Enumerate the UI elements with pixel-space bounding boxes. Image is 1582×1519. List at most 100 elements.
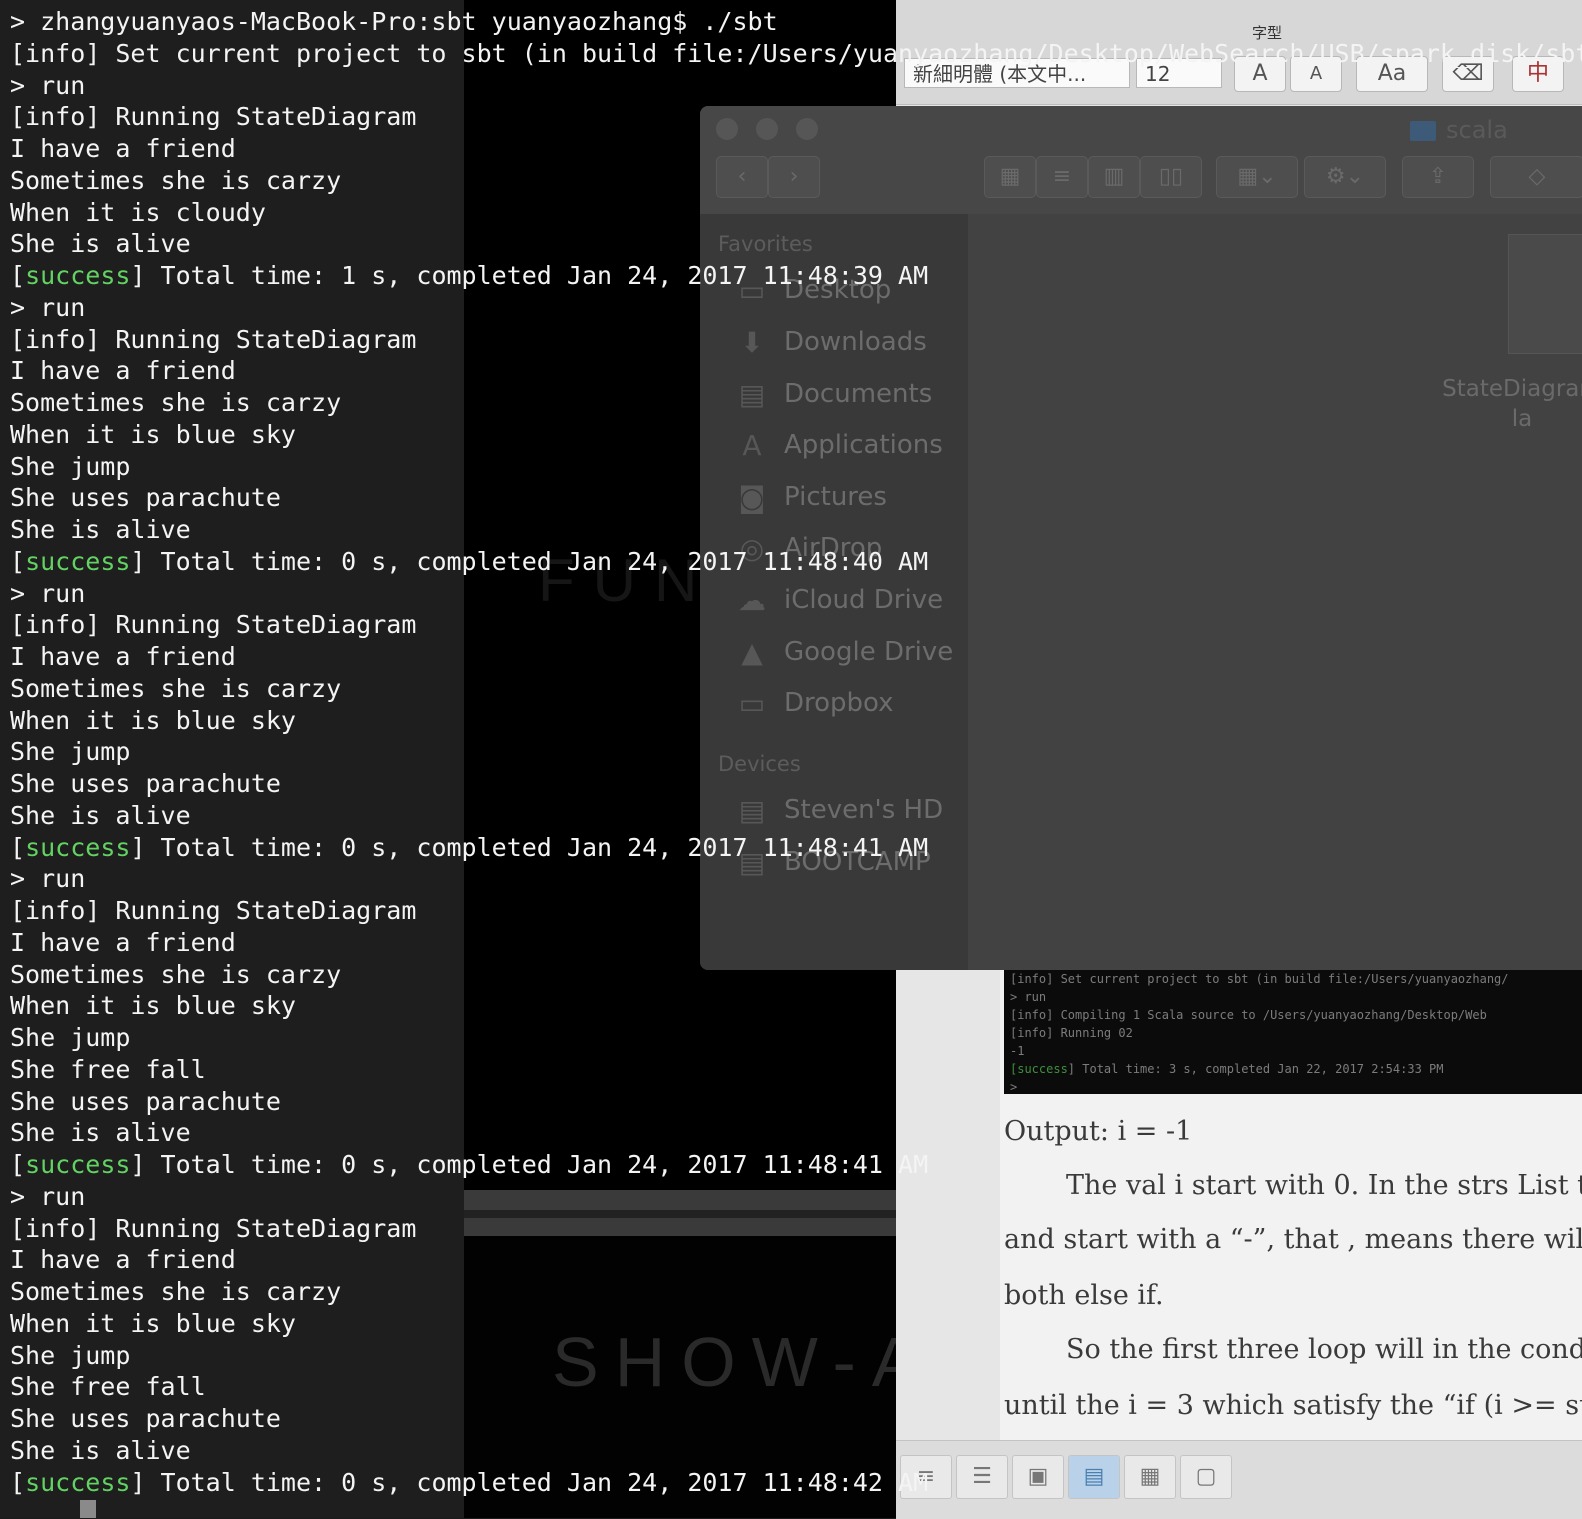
terminal-line: She uses parachute (10, 1404, 281, 1433)
folder-icon (1410, 121, 1436, 141)
print-layout-icon[interactable]: ▤ (1068, 1455, 1120, 1499)
column-view-icon[interactable]: ▥ (1088, 156, 1140, 198)
terminal-line: > run (10, 864, 86, 894)
terminal-line: She free fall (10, 1372, 206, 1402)
embedded-line: > run (1010, 990, 1047, 1004)
bracket: [ (10, 261, 26, 290)
terminal-line: She free fall (10, 1054, 206, 1084)
notebook-view-icon[interactable]: ▦ (1124, 1455, 1176, 1499)
terminal-line: She uses parachute (10, 483, 281, 513)
terminal-success-line: [success] Total time: 1 s, completed Jan… (10, 260, 928, 292)
embedded-line: > (1010, 1080, 1018, 1094)
success-tag: success (25, 1467, 131, 1497)
terminal-line: > run (10, 292, 86, 322)
embedded-line: [info] Compiling 1 Scala source to /User… (1010, 1008, 1487, 1022)
terminal-success-line: [success] Total time: 0 s, completed Jan… (10, 832, 928, 864)
terminal-line: I have a friend (10, 642, 236, 671)
terminal-window[interactable]: > zhangyuanyaos-MacBook-Pro:sbt yuanyaoz… (0, 0, 1582, 1518)
view-switcher-bar: ≡ ☰ ▣ ▤ ▦ ▢ (896, 1440, 1582, 1519)
arrange-icon[interactable]: ▦⌄ (1216, 156, 1298, 198)
embedded-success-tag: [success (1010, 1062, 1068, 1076)
terminal-line: She uses parachute (10, 769, 281, 798)
publishing-view-icon[interactable]: ▣ (1012, 1455, 1064, 1499)
terminal-success-line: [success] Total time: 0 s, completed Jan… (10, 546, 928, 578)
terminal-line: I have a friend (10, 927, 236, 957)
terminal-line: [info] Running StateDiagram (10, 610, 417, 640)
gear-icon[interactable]: ⚙⌄ (1304, 156, 1386, 198)
doc-paragraph-line: both else if. (1004, 1280, 1164, 1311)
terminal-line: > run (10, 1181, 86, 1211)
bracket: [ (10, 1467, 26, 1497)
terminal-line: [info] Running StateDiagram (10, 102, 417, 132)
success-text: ] Total time: 1 s, completed Jan 24, 201… (130, 261, 929, 290)
bracket: [ (10, 1150, 26, 1179)
terminal-scrollbar[interactable] (80, 1500, 96, 1518)
embedded-line: [info] Set current project to sbt (in bu… (1010, 972, 1509, 986)
embedded-line: [info] Running 02 (1010, 1026, 1133, 1040)
terminal-line: She is alive (10, 1118, 191, 1148)
share-icon[interactable]: ⇪ (1402, 156, 1474, 198)
terminal-line: > run (10, 70, 86, 100)
terminal-line: When it is blue sky (10, 991, 296, 1021)
success-text: ] Total time: 0 s, completed Jan 24, 201… (130, 832, 929, 862)
terminal-line: I have a friend (10, 134, 236, 163)
terminal-line: She is alive (10, 229, 191, 259)
terminal-line: She uses parachute (10, 1086, 281, 1116)
outline-view-icon[interactable]: ☰ (956, 1455, 1008, 1499)
finder-file-area[interactable] (968, 214, 1582, 970)
terminal-line: Sometimes she is carzy (10, 673, 342, 703)
list-view-icon[interactable]: ≡ (1036, 156, 1088, 198)
terminal-success-line: [success] Total time: 0 s, completed Jan… (10, 1149, 928, 1181)
finder-title-label: scala (1446, 116, 1508, 144)
terminal-line: > run (10, 578, 86, 608)
embedded-screenshot: [info] Set current project to sbt (in bu… (1004, 970, 1582, 1094)
terminal-line: She jump (10, 737, 131, 767)
bracket: [ (10, 832, 26, 862)
focus-view-icon[interactable]: ▢ (1180, 1455, 1232, 1499)
doc-paragraph-line: So the first three loop will in the cond… (1066, 1334, 1582, 1365)
terminal-line: When it is cloudy (10, 197, 266, 227)
embedded-line-text: ] Total time: 3 s, completed Jan 22, 201… (1067, 1062, 1444, 1076)
terminal-line: When it is blue sky (10, 419, 296, 449)
cover-flow-icon[interactable]: ▯▯ (1140, 156, 1202, 198)
success-tag: success (25, 261, 131, 290)
terminal-line: [info] Running StateDiagram (10, 896, 417, 925)
doc-paragraph-line: Output: i = -1 (1004, 1116, 1193, 1147)
success-text: ] Total time: 0 s, completed Jan 24, 201… (130, 1467, 929, 1497)
icon-view-icon[interactable]: ▦ (984, 156, 1036, 198)
success-text: ] Total time: 0 s, completed Jan 24, 201… (130, 546, 929, 576)
success-text: ] Total time: 0 s, completed Jan 24, 201… (130, 1150, 929, 1179)
terminal-line: When it is blue sky (10, 705, 296, 735)
tag-icon[interactable]: ◇ (1490, 156, 1582, 198)
success-tag: success (25, 832, 131, 862)
terminal-line: Sometimes she is carzy (10, 1277, 342, 1306)
terminal-line: She is alive (10, 800, 191, 830)
terminal-line: > zhangyuanyaos-MacBook-Pro:sbt yuanyaoz… (10, 7, 778, 36)
embedded-line: [success] Total time: 3 s, completed Jan… (1004, 1060, 1582, 1078)
terminal-line: She jump (10, 451, 131, 481)
document-file-icon[interactable] (1508, 234, 1582, 354)
doc-paragraph-line: until the i = 3 which satisfy the “if (i… (1004, 1390, 1582, 1421)
terminal-line: Sometimes she is carzy (10, 165, 342, 195)
terminal-line: When it is blue sky (10, 1308, 296, 1338)
terminal-line: I have a friend (10, 1245, 236, 1275)
terminal-line: Sometimes she is carzy (10, 959, 342, 989)
file-name-label[interactable]: StateDiagram la (1422, 374, 1582, 434)
file-name-line: la (1511, 406, 1533, 432)
finder-title: scala (1410, 116, 1508, 144)
terminal-line: She jump (10, 1023, 131, 1052)
success-tag: success (25, 1150, 131, 1179)
embedded-line: -1 (1010, 1044, 1025, 1058)
doc-paragraph-line: The val i start with 0. In the strs List… (1066, 1170, 1582, 1201)
terminal-line: She is alive (10, 1435, 191, 1465)
terminal-line: [info] Running StateDiagram (10, 1213, 417, 1243)
file-name-line: StateDiagram (1442, 376, 1582, 402)
success-tag: success (25, 546, 131, 576)
terminal-line: [info] Set current project to sbt (in bu… (10, 38, 1582, 68)
terminal-line: Sometimes she is carzy (10, 388, 342, 417)
terminal-line: She jump (10, 1340, 131, 1370)
terminal-line: She is alive (10, 515, 191, 544)
terminal-success-line: [success] Total time: 0 s, completed Jan… (10, 1467, 928, 1499)
terminal-line: I have a friend (10, 356, 236, 386)
bracket: [ (10, 546, 26, 576)
